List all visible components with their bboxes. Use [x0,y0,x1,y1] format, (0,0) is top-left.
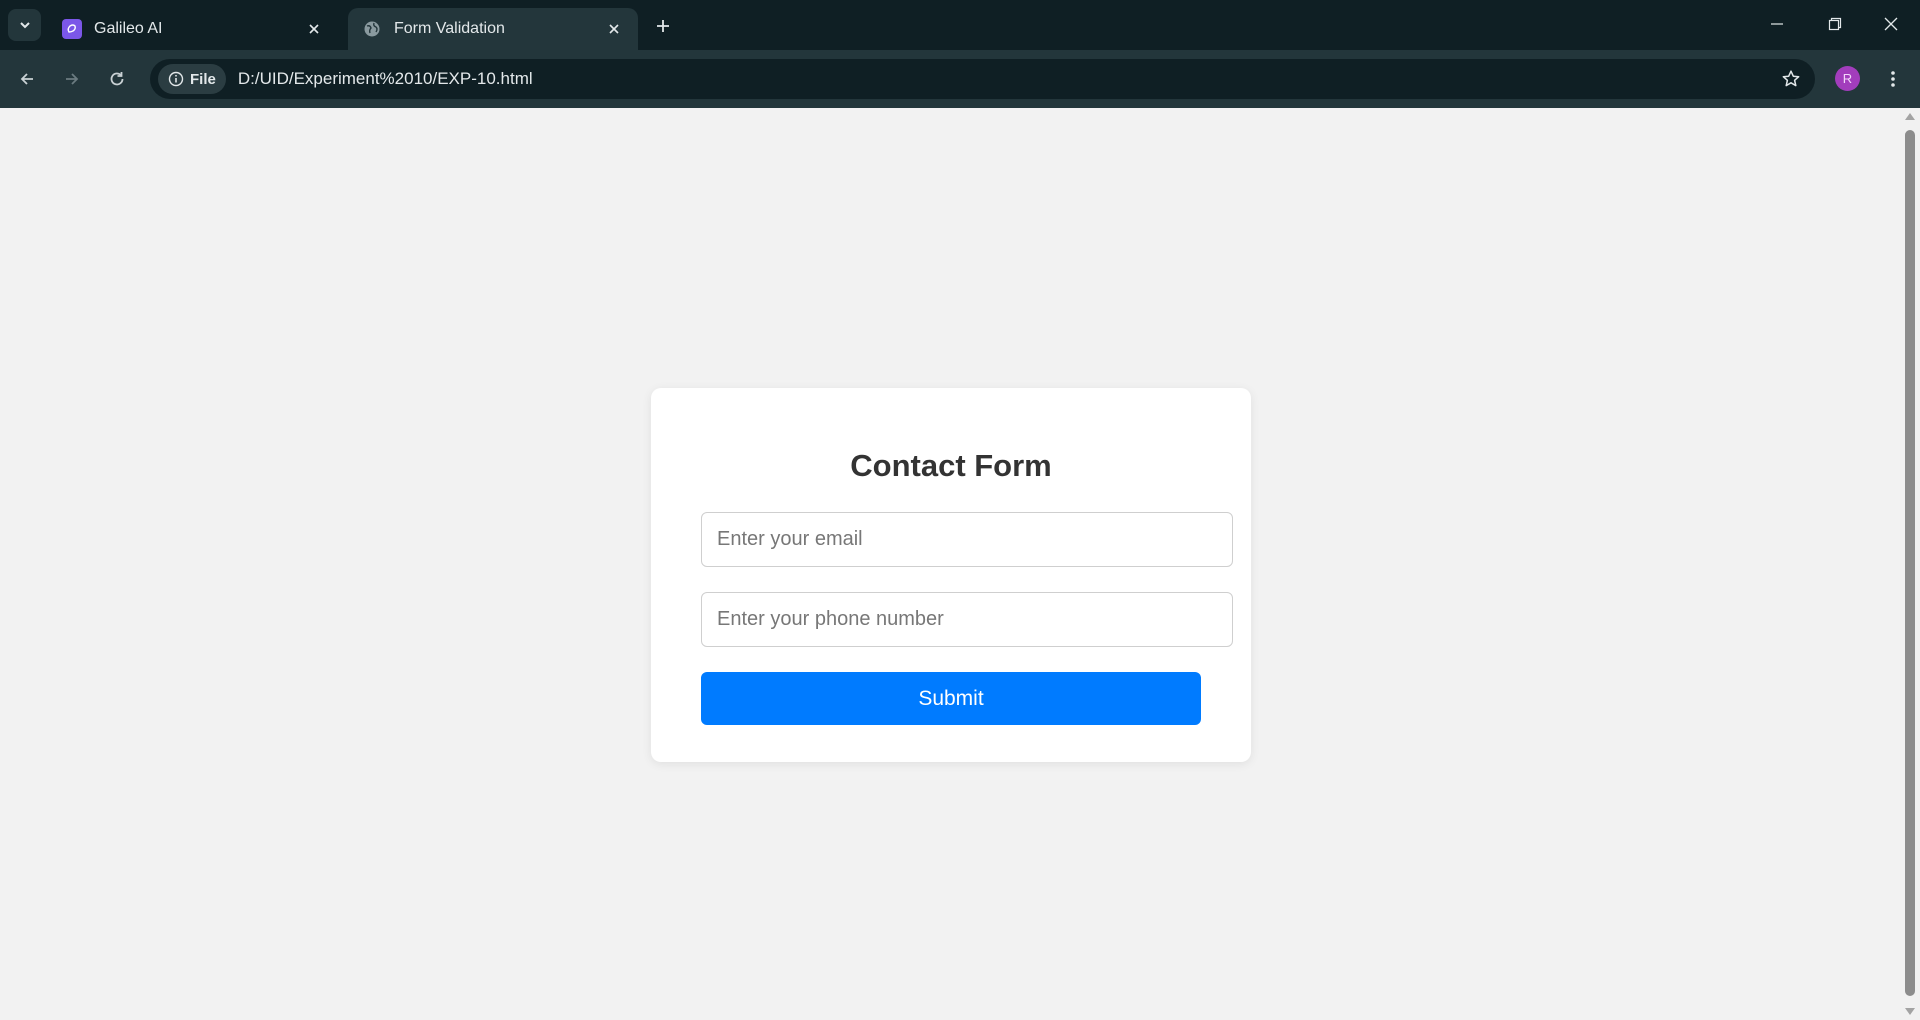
phone-field[interactable] [701,592,1233,647]
minimize-icon [1771,23,1783,25]
close-icon [1884,17,1898,31]
url-text[interactable]: D:/UID/Experiment%2010/EXP-10.html [238,69,533,89]
restore-icon [1828,17,1842,31]
new-tab-button[interactable] [650,13,676,39]
plus-icon [657,20,669,32]
close-icon[interactable] [604,19,624,39]
forward-button[interactable] [54,61,90,97]
info-icon [168,71,184,87]
reload-button[interactable] [99,61,135,97]
browser-menu-button[interactable] [1878,64,1908,94]
back-button[interactable] [9,61,45,97]
form-title: Contact Form [850,448,1052,483]
close-icon[interactable] [304,19,324,39]
chevron-down-icon [19,22,30,29]
galileo-logo-icon [62,19,82,39]
reload-icon [110,72,124,86]
tab-strip: Galileo AI Form Validation [0,0,1920,50]
more-vertical-icon [1891,71,1895,87]
minimize-button[interactable] [1748,0,1806,48]
vertical-scrollbar[interactable] [1900,108,1920,1020]
scrollbar-thumb[interactable] [1905,130,1915,996]
email-field[interactable] [701,512,1233,567]
page-viewport: Contact Form Submit [0,108,1900,1020]
arrow-right-icon [66,73,79,85]
site-info-label: File [190,70,216,88]
tab-title: Galileo AI [94,20,163,37]
window-close-button[interactable] [1862,0,1920,48]
tab-galileo[interactable]: Galileo AI [48,8,338,50]
address-bar[interactable]: File D:/UID/Experiment%2010/EXP-10.html [150,59,1815,99]
tab-search-button[interactable] [8,9,41,41]
scroll-up-arrow-icon[interactable] [1905,113,1915,120]
profile-avatar[interactable]: R [1835,66,1860,91]
bookmark-star-icon[interactable] [1779,67,1803,91]
contact-form-card: Contact Form Submit [651,388,1251,762]
tab-title: Form Validation [394,20,505,37]
tab-form-validation[interactable]: Form Validation [348,8,638,50]
restore-button[interactable] [1806,0,1864,48]
scroll-down-arrow-icon[interactable] [1905,1008,1915,1015]
browser-toolbar: File D:/UID/Experiment%2010/EXP-10.html … [0,50,1920,108]
submit-button[interactable]: Submit [701,672,1201,725]
arrow-left-icon [20,73,33,85]
site-info-chip[interactable]: File [158,64,226,94]
globe-icon [362,19,382,39]
